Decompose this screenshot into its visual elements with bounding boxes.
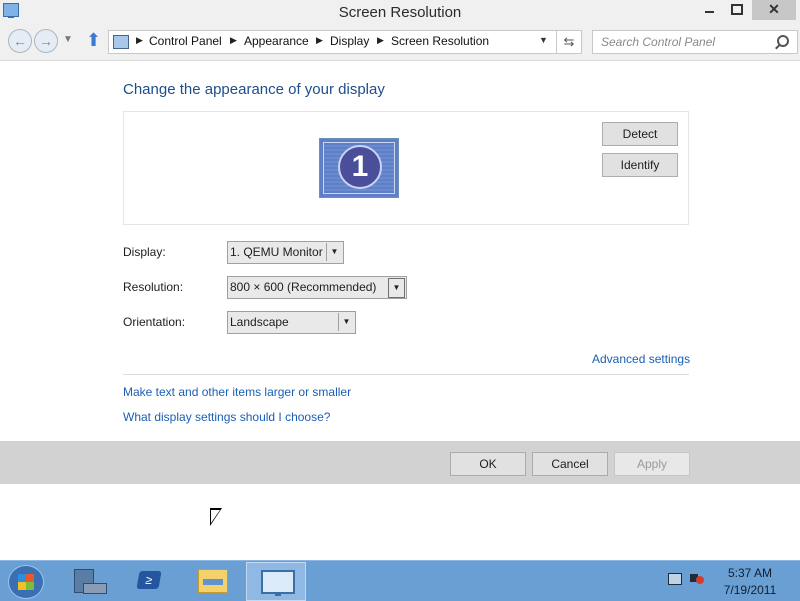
chevron-down-icon[interactable]: ▼ <box>388 278 405 298</box>
window-title: Screen Resolution <box>338 4 462 21</box>
breadcrumb-control-panel[interactable]: Control Panel <box>149 34 222 48</box>
breadcrumb-screen-resolution[interactable]: Screen Resolution <box>391 34 489 48</box>
title-bar[interactable]: Screen Resolution ✕ <box>0 0 800 24</box>
chevron-down-icon[interactable]: ▼ <box>326 243 342 261</box>
up-button[interactable]: ⬆ <box>86 30 101 51</box>
text-size-link[interactable]: Make text and other items larger or smal… <box>123 385 351 399</box>
address-bar[interactable]: ▶ Control Panel ▶ Appearance ▶ Display ▶… <box>108 30 558 54</box>
page-title: Change the appearance of your display <box>123 81 385 98</box>
refresh-button[interactable]: ⇆ <box>556 30 582 54</box>
resolution-select[interactable]: 800 × 600 (Recommended) ▼ <box>227 276 407 299</box>
screen-resolution-icon[interactable] <box>246 562 306 601</box>
resolution-label: Resolution: <box>123 280 184 294</box>
powershell-icon[interactable]: ≥ <box>120 562 178 599</box>
taskbar: ≥ 5:37 AM 7/19/2011 <box>0 560 800 601</box>
display-select[interactable]: 1. QEMU Monitor ▼ <box>227 241 344 264</box>
monitor-1-icon[interactable]: 1 <box>319 138 399 198</box>
chevron-down-icon[interactable]: ▼ <box>338 313 354 331</box>
search-box[interactable] <box>592 30 798 54</box>
back-button[interactable]: ← <box>8 29 32 53</box>
display-label: Display: <box>123 245 166 259</box>
volume-icon[interactable] <box>690 574 704 584</box>
restore-button[interactable] <box>724 0 748 20</box>
mouse-cursor <box>210 508 222 526</box>
identify-button[interactable]: Identify <box>602 153 678 177</box>
server-manager-icon[interactable] <box>60 562 118 599</box>
network-icon[interactable] <box>668 573 682 585</box>
control-panel-icon[interactable] <box>113 35 129 49</box>
close-button[interactable]: ✕ <box>752 0 796 20</box>
windows-start-icon[interactable] <box>8 565 44 599</box>
file-explorer-icon[interactable] <box>182 562 240 599</box>
navigation-bar: ← → ▼ ⬆ ▶ Control Panel ▶ Appearance ▶ D… <box>0 24 800 61</box>
orientation-value: Landscape <box>230 315 289 329</box>
clock-time[interactable]: 5:37 AM <box>710 566 790 580</box>
recent-locations-dropdown-icon[interactable]: ▼ <box>63 34 73 45</box>
minimize-button[interactable] <box>698 0 722 20</box>
breadcrumb-separator-icon[interactable]: ▶ <box>316 35 323 46</box>
detect-button[interactable]: Detect <box>602 122 678 146</box>
resolution-value: 800 × 600 (Recommended) <box>230 280 377 294</box>
forward-button[interactable]: → <box>34 29 58 53</box>
cancel-button[interactable]: Cancel <box>532 452 608 476</box>
divider <box>123 374 689 375</box>
ok-button[interactable]: OK <box>450 452 526 476</box>
orientation-select[interactable]: Landscape ▼ <box>227 311 356 334</box>
address-dropdown-icon[interactable]: ▼ <box>539 35 548 45</box>
orientation-label: Orientation: <box>123 315 186 329</box>
search-icon[interactable] <box>777 35 789 47</box>
breadcrumb-separator-icon[interactable]: ▶ <box>230 35 237 46</box>
advanced-settings-link[interactable]: Advanced settings <box>592 352 690 366</box>
dialog-button-bar: OK Cancel Apply <box>0 441 800 484</box>
breadcrumb-separator-icon[interactable]: ▶ <box>136 35 143 46</box>
breadcrumb-separator-icon[interactable]: ▶ <box>377 35 384 46</box>
display-value: 1. QEMU Monitor <box>230 245 323 259</box>
breadcrumb-display[interactable]: Display <box>330 34 369 48</box>
clock-date[interactable]: 7/19/2011 <box>710 583 790 597</box>
apply-button[interactable]: Apply <box>614 452 690 476</box>
display-help-link[interactable]: What display settings should I choose? <box>123 410 330 424</box>
search-input[interactable] <box>593 31 771 53</box>
monitor-arrangement-panel: 1 Detect Identify <box>123 111 689 225</box>
breadcrumb-appearance[interactable]: Appearance <box>244 34 309 48</box>
monitor-number: 1 <box>338 145 382 189</box>
